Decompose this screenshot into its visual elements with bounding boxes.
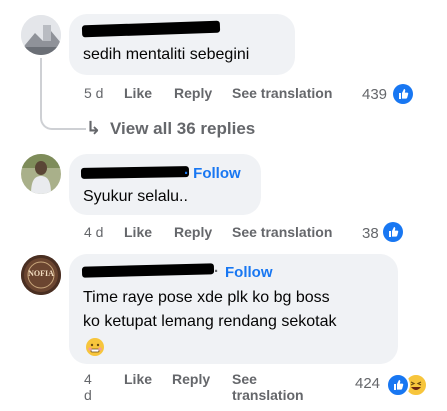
avatar[interactable] <box>21 15 61 55</box>
comment-text: Syukur selalu.. <box>83 188 188 205</box>
view-all-replies-link[interactable]: View all 36 replies <box>110 119 255 139</box>
avatar-logo-text: NOFIA <box>28 269 54 278</box>
comment-text-line-2: ko ketupat lemang rendang sekotak <box>83 313 337 330</box>
avatar-photo <box>21 154 61 194</box>
reply-arrow-icon: ↳ <box>86 118 102 138</box>
comment-time[interactable]: 5 d <box>84 85 103 101</box>
see-translation-link[interactable]: See translation <box>232 224 332 240</box>
avatar[interactable] <box>21 154 61 194</box>
reaction-count[interactable]: 439 <box>362 86 387 103</box>
redacted-author-name[interactable] <box>80 166 190 179</box>
avatar[interactable]: NOFIA <box>21 255 61 295</box>
comment-text: sedih mentaliti sebegini <box>83 46 250 63</box>
like-button[interactable]: Like <box>124 224 152 240</box>
grimace-emoji-icon <box>86 338 104 356</box>
see-translation-link[interactable]: See translation <box>232 85 332 101</box>
see-translation-link-line-1[interactable]: See <box>232 371 257 387</box>
like-reaction-icon <box>393 84 413 104</box>
reply-button[interactable]: Reply <box>172 371 210 387</box>
comment-text-line-1: Time raye pose xde plk ko bg boss <box>83 289 330 306</box>
reaction-count[interactable]: 38 <box>362 225 379 242</box>
see-translation-link-line-2[interactable]: translation <box>232 387 304 403</box>
follow-button[interactable]: Follow <box>225 264 273 281</box>
follow-separator: · <box>214 263 219 280</box>
like-button[interactable]: Like <box>124 371 152 387</box>
comment-time-line-2[interactable]: d <box>84 387 92 403</box>
comment-time[interactable]: 4 d <box>84 224 103 240</box>
follow-button[interactable]: · Follow <box>184 165 241 182</box>
like-reaction-icon <box>386 373 410 397</box>
comment-time-line-1[interactable]: 4 <box>84 371 92 387</box>
reply-button[interactable]: Reply <box>174 224 212 240</box>
like-button[interactable]: Like <box>124 85 152 101</box>
reply-button[interactable]: Reply <box>174 85 212 101</box>
like-reaction-icon <box>383 222 403 242</box>
avatar-photo <box>21 15 61 55</box>
reaction-count[interactable]: 424 <box>355 375 380 392</box>
